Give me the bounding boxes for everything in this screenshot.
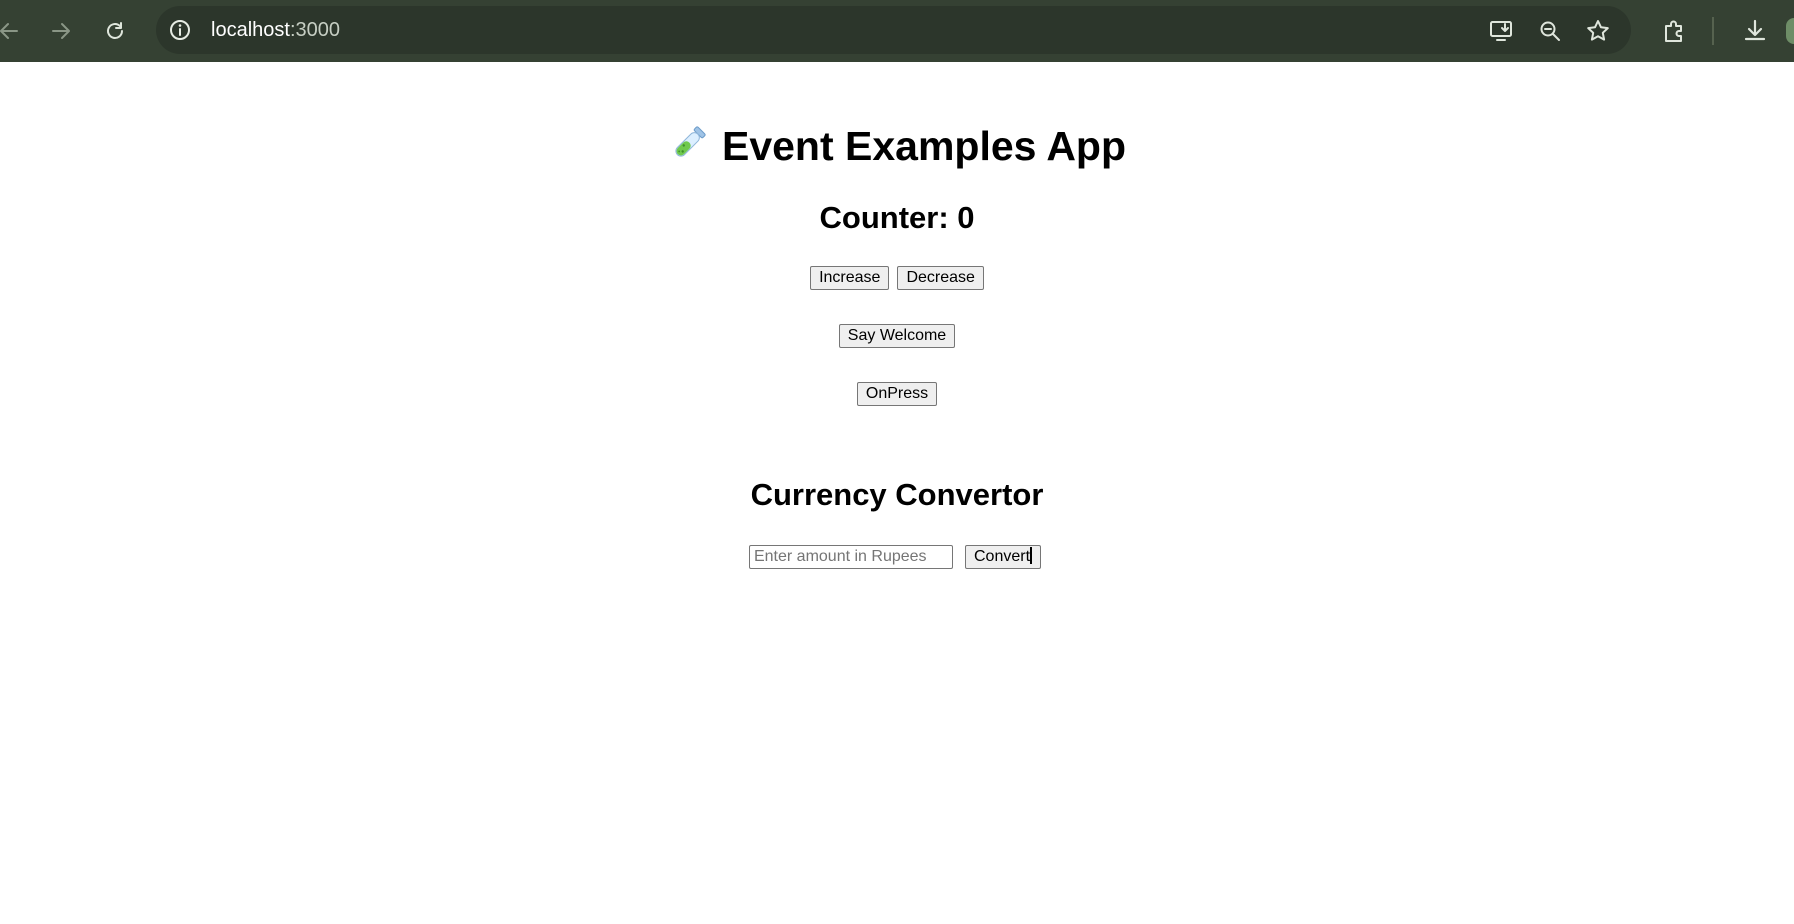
- address-bar[interactable]: localhost:3000: [156, 6, 1631, 54]
- url-port: :3000: [289, 19, 340, 41]
- convert-button-label: Convert: [973, 548, 1031, 565]
- app-title-heading: Event Examples App: [0, 119, 1794, 177]
- text-cursor: [1030, 547, 1033, 564]
- toolbar-divider: [1712, 17, 1714, 45]
- say-welcome-button[interactable]: Say Welcome: [838, 324, 956, 348]
- converter-row: Convert: [0, 545, 1794, 569]
- counter-buttons-row: Increase Decrease: [0, 266, 1794, 290]
- profile-avatar-edge[interactable]: [1786, 18, 1794, 44]
- bookmark-star-icon[interactable]: [1575, 8, 1621, 54]
- app-title-text: Event Examples App: [721, 123, 1127, 169]
- download-icon[interactable]: [1732, 8, 1778, 54]
- info-icon[interactable]: [168, 18, 192, 42]
- currency-heading: Currency Convertor: [750, 477, 1044, 512]
- welcome-row: Say Welcome: [0, 324, 1794, 348]
- onpress-row: OnPress: [0, 382, 1794, 406]
- url-text: localhost:3000: [211, 6, 340, 54]
- amount-input[interactable]: [748, 545, 953, 569]
- counter-heading: Counter: 0: [819, 200, 975, 235]
- decrease-button[interactable]: Decrease: [897, 266, 984, 290]
- test-tube-icon: [668, 123, 708, 177]
- zoom-icon[interactable]: [1527, 8, 1573, 54]
- forward-arrow-icon[interactable]: [38, 8, 84, 54]
- back-arrow-icon[interactable]: [0, 8, 32, 54]
- url-host: localhost: [211, 19, 290, 41]
- extensions-icon[interactable]: [1651, 8, 1697, 54]
- onpress-button[interactable]: OnPress: [856, 382, 938, 406]
- page-content: Event Examples App Counter: 0 Increase De…: [0, 62, 1794, 924]
- install-app-icon[interactable]: [1479, 8, 1525, 54]
- convert-button[interactable]: Convert: [964, 545, 1042, 569]
- increase-button[interactable]: Increase: [810, 266, 890, 290]
- reload-icon[interactable]: [92, 8, 138, 54]
- browser-toolbar: localhost:3000: [0, 0, 1794, 62]
